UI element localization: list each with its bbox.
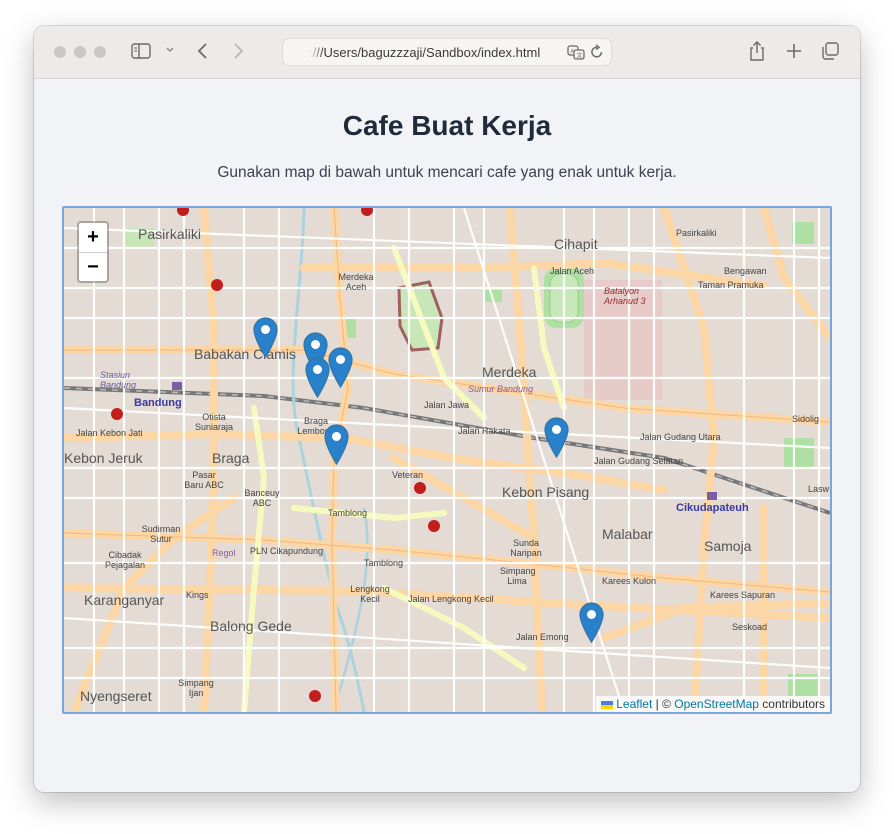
map-label: Jalan Jawa	[424, 400, 470, 410]
map-label: Lasw	[808, 484, 830, 494]
map-label: Banceuy ABC	[244, 488, 280, 508]
close-window-button[interactable]	[54, 46, 66, 58]
map-label: Seskoad	[732, 622, 768, 632]
map-label: Jalan Rakata	[458, 426, 511, 436]
map-label: Jalan Gudang Selatan	[594, 456, 684, 466]
translate-icon[interactable]: A文	[567, 43, 585, 61]
map-label: Simpang Lima	[500, 566, 536, 586]
map-label: Jalan Kebon Jati	[76, 428, 143, 438]
map-label: Tamblong	[328, 508, 368, 518]
map-label: Cikudapateuh	[676, 502, 749, 514]
address-bar[interactable]: :///Users/baguzzzaji/Sandbox/index.html …	[282, 38, 612, 66]
cafe-marker-icon[interactable]	[579, 602, 604, 643]
svg-text:A: A	[570, 50, 574, 56]
browser-toolbar: :///Users/baguzzzaji/Sandbox/index.html …	[34, 26, 860, 79]
sidebar-icon[interactable]	[131, 42, 151, 60]
map-label: Sudirman Sutur	[141, 524, 181, 544]
map-label: Kings	[186, 590, 209, 600]
zoom-in-button[interactable]: +	[79, 223, 107, 253]
map-label: Tamblong	[364, 558, 404, 568]
map-label: Karees Kulon	[602, 576, 657, 586]
map-label: Jalan Lengkong Kecil	[408, 594, 494, 604]
cafe-marker-icon[interactable]	[324, 424, 349, 465]
attribution-suffix: contributors	[758, 697, 825, 711]
map-label: Sumur Bandung	[468, 384, 534, 394]
attribution-separator: | ©	[652, 697, 675, 711]
map-label: Taman Pramuka	[698, 280, 764, 290]
map-label: Pasirkaliki	[676, 228, 717, 238]
map-label: Otista Suniaraja	[194, 412, 234, 432]
map-label: Malabar	[602, 526, 653, 542]
map-label: Babakan Ciamis	[194, 346, 296, 362]
map-label: Nyengseret	[80, 688, 152, 704]
map-label: Kebon Jeruk	[64, 450, 143, 466]
browser-window: :///Users/baguzzzaji/Sandbox/index.html …	[34, 26, 860, 792]
map-label: Regol	[212, 548, 236, 558]
svg-text:文: 文	[577, 52, 583, 60]
leaflet-link[interactable]: Leaflet	[616, 697, 652, 711]
cafe-marker-icon[interactable]	[305, 357, 330, 398]
map-label: Kebon Pisang	[502, 484, 590, 500]
map-label: Stasiun Bandung	[100, 370, 137, 390]
zoom-out-button[interactable]: −	[79, 253, 107, 282]
ukraine-flag-icon	[601, 700, 614, 709]
map-label: Cibadak Pejagalan	[104, 550, 146, 570]
map-label: Cihapit	[554, 236, 598, 252]
page-title: Cafe Buat Kerja	[342, 110, 552, 141]
map-label: Lengkong Kecil	[350, 584, 390, 604]
map-label: Pasirkaliki	[138, 226, 202, 242]
map-attribution: Leaflet | © OpenStreetMap contributors	[596, 696, 830, 712]
back-icon[interactable]	[196, 42, 210, 60]
minimize-window-button[interactable]	[74, 46, 86, 58]
cafe-marker-icon[interactable]	[253, 317, 278, 358]
cafe-marker-icon[interactable]	[544, 417, 569, 458]
map-label: Sunda Naripan	[510, 538, 542, 558]
map-label: Simpang Ijan	[178, 678, 214, 698]
chevron-down-icon[interactable]	[165, 44, 175, 54]
map-label: Jalan Emong	[516, 632, 569, 642]
map-label: Jalan Gudang Utara	[640, 432, 721, 442]
map-label: Merdeka Aceh	[338, 272, 374, 292]
zoom-window-button[interactable]	[94, 46, 106, 58]
map-label: Karees Sapuran	[710, 590, 776, 600]
cafe-map[interactable]: Pasirkaliki Cihapit Pasirkaliki Bengawan…	[62, 206, 832, 714]
map-label: Braga	[212, 450, 250, 466]
zoom-control: + −	[77, 221, 109, 283]
map-label: Sidolig	[792, 414, 820, 424]
reload-icon[interactable]	[589, 43, 605, 61]
page-subtitle: Gunakan map di bawah untuk mencari cafe …	[217, 164, 677, 181]
map-label: Merdeka	[482, 364, 537, 380]
map-label: Balong Gede	[210, 618, 292, 634]
map-label: Veteran	[392, 470, 424, 480]
share-icon[interactable]	[748, 40, 766, 62]
map-label: Batalyon Arhanud 3	[604, 286, 646, 306]
address-bar-url[interactable]: :///Users/baguzzzaji/Sandbox/index.html	[309, 45, 559, 60]
map-label: Jalan Aceh	[550, 266, 595, 276]
map-label: Karanganyar	[84, 592, 165, 608]
map-label: Bengawan	[724, 266, 767, 276]
tab-overview-icon[interactable]	[820, 41, 840, 61]
map-label: Bandung	[134, 397, 182, 409]
forward-icon[interactable]	[231, 42, 245, 60]
cafe-marker-icon[interactable]	[328, 347, 353, 388]
map-label: PLN Cikapundung	[250, 546, 324, 556]
map-label: Pasar Baru ABC	[184, 470, 224, 490]
openstreetmap-link[interactable]: OpenStreetMap	[674, 697, 759, 711]
map-label: Samoja	[704, 538, 752, 554]
new-tab-icon[interactable]	[785, 42, 803, 60]
